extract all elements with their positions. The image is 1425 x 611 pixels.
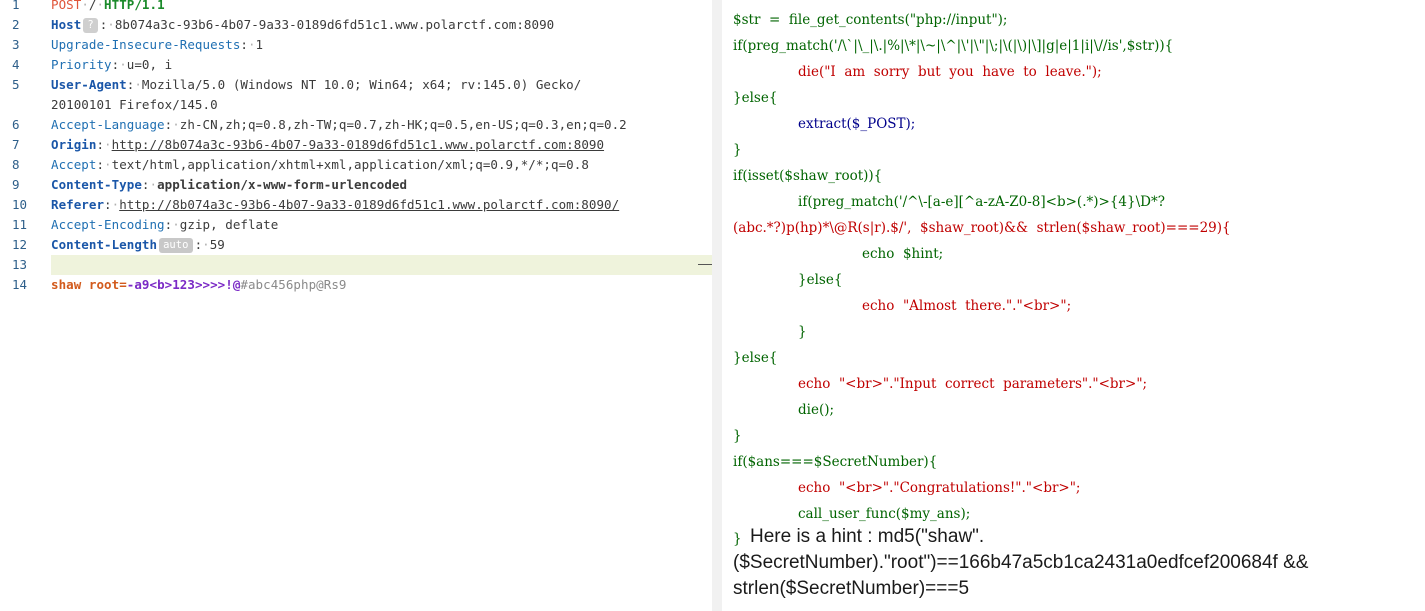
hint-text: strlen($SecretNumber)===5: [733, 578, 970, 599]
line-number: 2: [12, 17, 20, 32]
line-number: 7: [12, 137, 20, 152]
hint-text: Here is a hint : md5("shaw".: [750, 526, 985, 547]
body-param-name: shaw root: [51, 277, 120, 292]
header-value: 20100101 Firefox/145.0: [51, 97, 218, 112]
header-value: 59: [209, 237, 225, 252]
header-name: Upgrade-Insecure-Requests: [51, 37, 241, 52]
help-badge[interactable]: ?: [83, 18, 98, 33]
header-value-link[interactable]: http://8b074a3c-93b6-4b07-9a33-0189d6fd5…: [112, 137, 604, 152]
header-upgrade-insecure-requests[interactable]: Upgrade-Insecure-Requests:·1: [51, 35, 712, 55]
source-line: if(preg_match('/\`|\_|\.|%|\*|\~|\^|\'|\…: [733, 38, 1174, 54]
source-line: }else{: [733, 90, 778, 106]
body-equals: =: [119, 277, 127, 292]
active-line-highlight: [51, 255, 712, 275]
header-name: Accept-Encoding: [51, 217, 165, 232]
header-name: Referer: [51, 197, 105, 212]
source-line: if(preg_match('/^\-[a-e][^a-zA-Z0-8]<b>(…: [798, 194, 1165, 210]
source-line: if($ans===$SecretNumber){: [733, 454, 938, 470]
header-name: Accept: [51, 157, 97, 172]
header-origin[interactable]: Origin:·http://8b074a3c-93b6-4b07-9a33-0…: [51, 135, 712, 155]
request-line[interactable]: POST·/·HTTP/1.1: [51, 0, 712, 15]
header-value: application/x-www-form-urlencoded: [157, 177, 408, 192]
line-number: 12: [12, 237, 28, 252]
source-line: }: [798, 324, 807, 340]
line-number: 6: [12, 117, 20, 132]
pane-divider[interactable]: [712, 0, 722, 611]
header-value: 1: [255, 37, 264, 52]
source-closing-brace: }: [733, 531, 742, 547]
line-number: 14: [12, 277, 28, 292]
header-name: Priority: [51, 57, 112, 72]
request-body[interactable]: shaw root=-a9<b>123>>>>!@#abc456php@Rs9: [51, 275, 712, 295]
source-line: die();: [798, 402, 835, 418]
header-referer[interactable]: Referer:·http://8b074a3c-93b6-4b07-9a33-…: [51, 195, 712, 215]
source-line: echo "<br>"."Congratulations!"."<br>";: [798, 480, 1081, 496]
source-line: }else{: [798, 272, 843, 288]
line-number: 5: [12, 77, 20, 92]
source-line: (abc.*?)p(hp)*\@R(s|r).$/', $shaw_root)&…: [733, 220, 1231, 236]
request-editor[interactable]: 1 2 3 4 5 6 7 8 9 10 11 12 13 14 POST·/·…: [0, 0, 712, 611]
source-line: echo "Almost there."."<br>";: [862, 298, 1072, 314]
header-value: u=0, i: [126, 57, 173, 72]
header-accept[interactable]: Accept:·text/html,application/xhtml+xml,…: [51, 155, 712, 175]
body-comment: #abc456php@Rs9: [240, 277, 347, 292]
header-accept-language[interactable]: Accept-Language:·zh-CN,zh;q=0.8,zh-TW;q=…: [51, 115, 712, 135]
header-user-agent-continued[interactable]: 20100101 Firefox/145.0: [51, 95, 712, 115]
line-number: 10: [12, 197, 28, 212]
line-number: 4: [12, 57, 20, 72]
source-line: $str = file_get_contents("php://input");: [733, 12, 1008, 28]
source-line: }: [733, 142, 742, 158]
source-line: echo $hint;: [862, 246, 944, 262]
header-name: Content-Type: [51, 177, 142, 192]
cursor-marker: [698, 264, 712, 265]
source-line: die("I am sorry but you have to leave.")…: [798, 64, 1102, 80]
source-line: call_user_func($my_ans);: [798, 506, 971, 522]
header-name: Host: [51, 17, 82, 32]
hint-text: ($SecretNumber)."root")==166b47a5cb1ca24…: [733, 552, 1309, 573]
source-line: if(isset($shaw_root)){: [733, 168, 883, 184]
header-name: Origin: [51, 137, 97, 152]
header-host[interactable]: Host?:·8b074a3c-93b6-4b07-9a33-0189d6fd5…: [51, 15, 712, 35]
auto-badge[interactable]: auto: [159, 238, 193, 253]
line-number: 9: [12, 177, 20, 192]
line-number: 8: [12, 157, 20, 172]
header-name: Content-Length: [51, 237, 158, 252]
source-line: echo "<br>"."Input correct parameters"."…: [798, 376, 1148, 392]
header-value: gzip, deflate: [179, 217, 279, 232]
header-name: Accept-Language: [51, 117, 165, 132]
header-value: Mozilla/5.0 (Windows NT 10.0; Win64; x64…: [141, 77, 582, 92]
header-value: zh-CN,zh;q=0.8,zh-TW;q=0.7,zh-HK;q=0.5,e…: [179, 117, 627, 132]
header-accept-encoding[interactable]: Accept-Encoding:·gzip, deflate: [51, 215, 712, 235]
http-method: POST: [51, 0, 82, 12]
header-priority[interactable]: Priority:·u=0, i: [51, 55, 712, 75]
line-number: 13: [12, 257, 28, 272]
header-content-type[interactable]: Content-Type:·application/x-www-form-url…: [51, 175, 712, 195]
source-view: $str = file_get_contents("php://input");…: [722, 0, 1425, 611]
header-user-agent[interactable]: User-Agent:·Mozilla/5.0 (Windows NT 10.0…: [51, 75, 712, 95]
line-number: 11: [12, 217, 28, 232]
header-value: 8b074a3c-93b6-4b07-9a33-0189d6fd51c1.www…: [114, 17, 555, 32]
source-line: }: [733, 428, 742, 444]
source-line: extract($_POST);: [798, 116, 916, 132]
body-param-value: -a9<b>123>>>>!@: [126, 277, 241, 292]
header-value-link[interactable]: http://8b074a3c-93b6-4b07-9a33-0189d6fd5…: [119, 197, 619, 212]
line-number: 3: [12, 37, 20, 52]
header-name: User-Agent: [51, 77, 127, 92]
source-line: }else{: [733, 350, 778, 366]
http-protocol: HTTP/1.1: [104, 0, 165, 12]
header-value: text/html,application/xhtml+xml,applicat…: [111, 157, 589, 172]
header-content-length[interactable]: Content-Length auto:·59: [51, 235, 712, 255]
line-number: 1: [12, 0, 20, 12]
